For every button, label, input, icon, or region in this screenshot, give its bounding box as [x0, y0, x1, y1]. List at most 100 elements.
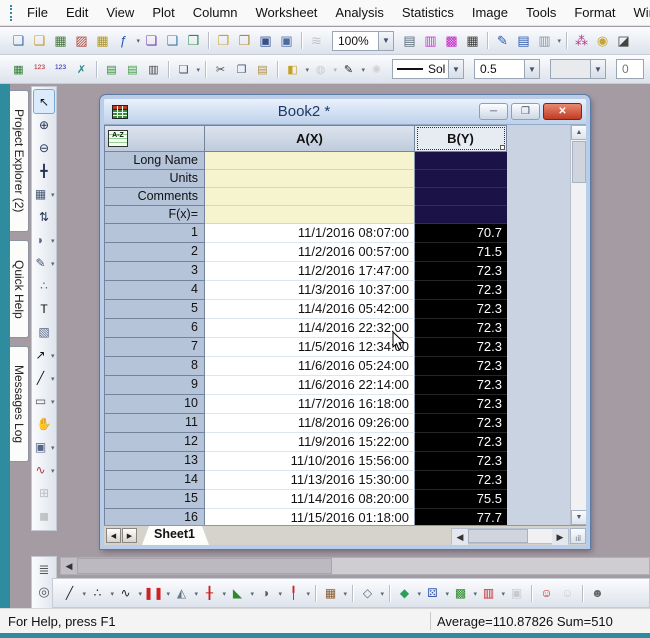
plot-icon[interactable]: ▦	[320, 583, 341, 604]
toolbar-icon[interactable]	[202, 59, 209, 80]
toolbar-icon[interactable]	[298, 30, 305, 51]
row-number[interactable]: 15	[104, 490, 205, 509]
date-cell[interactable]: 11/1/2016 08:07:00	[205, 224, 415, 243]
value-cell[interactable]: 72.3	[415, 376, 507, 395]
date-cell[interactable]: 11/9/2016 15:22:00	[205, 433, 415, 452]
maximize-button[interactable]: ❐	[511, 103, 540, 120]
value-cell[interactable]: 72.3	[415, 338, 507, 357]
toolbar-icon[interactable]: ❑	[162, 30, 183, 51]
plot-icon[interactable]	[312, 583, 319, 604]
row-label[interactable]: Units	[104, 170, 205, 188]
plot-icon[interactable]: ◭	[171, 583, 192, 604]
tool-icon[interactable]: ⊞	[34, 481, 54, 504]
plot-icon[interactable]: ∿	[115, 583, 136, 604]
plot-icon[interactable]: ❚❚	[143, 583, 164, 604]
row-number[interactable]: 9	[104, 376, 205, 395]
plot-icon[interactable]: ☻	[587, 583, 608, 604]
value-cell[interactable]: 75.5	[415, 490, 507, 509]
row-number[interactable]: 3	[104, 262, 205, 281]
toolbar-icon[interactable]: ◪	[613, 30, 634, 51]
toolbar-icon[interactable]: ▤	[399, 30, 420, 51]
plot-icon[interactable]	[386, 583, 393, 604]
toolbar-icon[interactable]: ❒	[234, 30, 255, 51]
plot-icon[interactable]	[579, 583, 586, 604]
plot-icon[interactable]: ▩	[450, 583, 471, 604]
menu-item[interactable]: View	[97, 1, 143, 24]
value-cell[interactable]: 72.3	[415, 281, 507, 300]
row-number[interactable]: 11	[104, 414, 205, 433]
menu-item[interactable]: Window	[625, 1, 650, 24]
chevron-down-icon[interactable]: ▼	[524, 60, 539, 78]
vertical-scrollbar[interactable]: ▲ ▼	[570, 125, 586, 525]
offset-field[interactable]: 0	[616, 59, 644, 79]
date-cell[interactable]: 11/13/2016 15:30:00	[205, 471, 415, 490]
toolbar-icon[interactable]: ✗	[71, 59, 92, 80]
menu-item[interactable]: Worksheet	[247, 1, 327, 24]
date-cell[interactable]: 11/10/2016 15:56:00	[205, 452, 415, 471]
toolbar-icon[interactable]	[274, 59, 281, 80]
toolbar-icon[interactable]: ▥	[420, 30, 441, 51]
date-cell[interactable]: 11/8/2016 09:26:00	[205, 414, 415, 433]
row-number[interactable]: 6	[104, 319, 205, 338]
tool-icon[interactable]: T	[34, 297, 54, 320]
tool-icon[interactable]: ∴	[34, 274, 54, 297]
row-number[interactable]: 1	[104, 224, 205, 243]
tool-icon[interactable]: ▣	[31, 435, 51, 458]
toolbar-icon[interactable]	[93, 59, 100, 80]
label-cell-b[interactable]	[415, 170, 507, 188]
plot-icon[interactable]: ∴	[87, 583, 108, 604]
horizontal-scroll-thumb[interactable]	[468, 529, 528, 543]
chevron-down-icon[interactable]: ▼	[590, 60, 605, 78]
tool-icon[interactable]: ∿	[31, 458, 51, 481]
toolbar-icon[interactable]: ❏	[29, 30, 50, 51]
plot-icon[interactable]: ╂	[199, 583, 220, 604]
row-number[interactable]: 2	[104, 243, 205, 262]
toolbar-icon[interactable]: ❏	[141, 30, 162, 51]
tool-icon[interactable]: ↖	[34, 90, 54, 113]
tool-icon[interactable]: ⊕	[34, 113, 54, 136]
tool-icon[interactable]: ◎	[34, 581, 54, 603]
toolbar-icon[interactable]: ❏	[173, 59, 194, 80]
plot-icon[interactable]: ☺	[536, 583, 557, 604]
value-cell[interactable]: 72.3	[415, 433, 507, 452]
plot-icon[interactable]: ▣	[506, 583, 527, 604]
tool-icon[interactable]: ↗	[31, 343, 51, 366]
menu-item[interactable]: Image	[463, 1, 517, 24]
toolbar-icon[interactable]: ✎	[338, 59, 359, 80]
row-number[interactable]: 14	[104, 471, 205, 490]
menu-item[interactable]: Edit	[57, 1, 97, 24]
value-cell[interactable]: 72.3	[415, 262, 507, 281]
toolbar-icon[interactable]: ▣	[276, 30, 297, 51]
tool-icon[interactable]: ◼	[34, 504, 54, 527]
toolbar-icon[interactable]: ◍	[310, 59, 331, 80]
scroll-down-icon[interactable]: ▼	[571, 510, 586, 525]
date-cell[interactable]: 11/14/2016 08:20:00	[205, 490, 415, 509]
chevron-down-icon[interactable]: ▼	[448, 60, 463, 78]
plot-icon[interactable]	[528, 583, 535, 604]
tab-scroll-right-icon[interactable]: ▶	[122, 528, 137, 543]
tool-icon[interactable]: ⇅	[34, 205, 54, 228]
plot-icon[interactable]	[349, 583, 356, 604]
plot-icon[interactable]: ╿	[283, 583, 304, 604]
scroll-up-icon[interactable]: ▲	[571, 125, 586, 140]
workspace-scroll-thumb[interactable]	[77, 558, 332, 574]
tool-icon[interactable]: ⊖	[34, 136, 54, 159]
menu-item[interactable]: Tools	[517, 1, 565, 24]
plot-icon[interactable]: ⚄	[422, 583, 443, 604]
value-cell[interactable]: 72.3	[415, 300, 507, 319]
row-number[interactable]: 10	[104, 395, 205, 414]
value-cell[interactable]: 72.3	[415, 395, 507, 414]
scroll-left-icon[interactable]: ◀	[452, 529, 468, 545]
toolbar-icon[interactable]: ▤	[122, 59, 143, 80]
date-cell[interactable]: 11/4/2016 05:42:00	[205, 300, 415, 319]
sheet-tab[interactable]: Sheet1	[142, 526, 209, 545]
row-label[interactable]: Comments	[104, 188, 205, 206]
row-number[interactable]: 5	[104, 300, 205, 319]
row-label[interactable]: F(x)=	[104, 206, 205, 224]
sparklines-corner-icon[interactable]: ıil	[570, 528, 586, 544]
selection-handle[interactable]	[500, 145, 505, 150]
toolbar-icon[interactable]: ≋	[306, 30, 327, 51]
date-cell[interactable]: 11/6/2016 22:14:00	[205, 376, 415, 395]
sidebar-tab-project-explorer[interactable]: Project Explorer (2)	[10, 90, 29, 232]
date-cell[interactable]: 11/15/2016 01:18:00	[205, 509, 415, 525]
